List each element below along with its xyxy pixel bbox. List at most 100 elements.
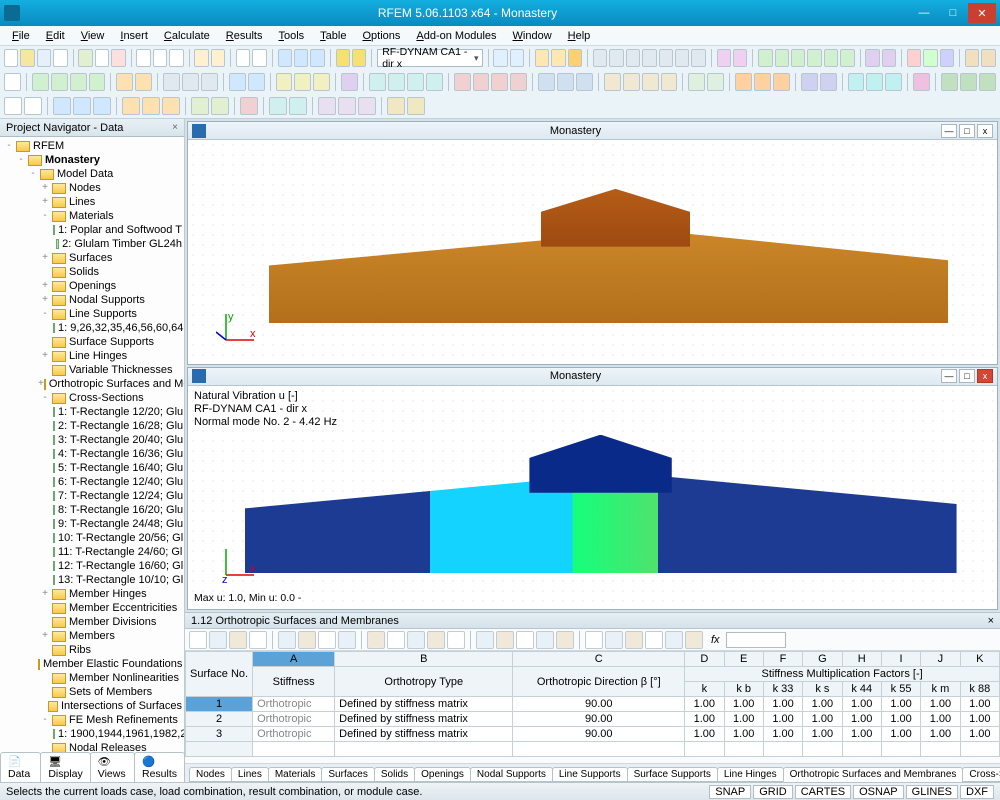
- sheet-tab[interactable]: Openings: [414, 767, 471, 782]
- toolbar-button[interactable]: [820, 73, 837, 91]
- toolbar-button[interactable]: [37, 49, 51, 67]
- toolbar-button[interactable]: [248, 73, 265, 91]
- nav-tab-data[interactable]: 📄 Data: [0, 752, 41, 782]
- tree-item[interactable]: 1: T-Rectangle 12/20; Glu: [2, 405, 182, 419]
- toolbar-button[interactable]: [89, 73, 106, 91]
- toolbar-button[interactable]: [773, 73, 790, 91]
- toolbar-button[interactable]: [407, 73, 424, 91]
- toolbar-button[interactable]: [95, 49, 109, 67]
- sheet-tab[interactable]: Materials: [268, 767, 323, 782]
- toolbar-button[interactable]: [865, 49, 879, 67]
- toolbar-button[interactable]: [93, 97, 111, 115]
- sheet-tab[interactable]: Cross-Sections: [962, 767, 1000, 782]
- tree-item[interactable]: 8: T-Rectangle 16/20; Glu: [2, 503, 182, 517]
- toolbar-button[interactable]: [341, 73, 358, 91]
- status-toggle-cartes[interactable]: CARTES: [795, 785, 851, 799]
- toolbar-button[interactable]: [338, 97, 356, 115]
- toolbar-button[interactable]: [791, 49, 805, 67]
- toolbar-button[interactable]: [840, 49, 854, 67]
- pane-max-button[interactable]: □: [959, 124, 975, 138]
- toolbar-button[interactable]: [941, 73, 958, 91]
- table-tool-button[interactable]: [447, 631, 465, 649]
- toolbar-button[interactable]: [4, 49, 18, 67]
- tree-item[interactable]: +Members: [2, 629, 182, 643]
- tree-item[interactable]: Member Divisions: [2, 615, 182, 629]
- menu-table[interactable]: Table: [312, 28, 354, 44]
- menu-help[interactable]: Help: [560, 28, 599, 44]
- tree-item[interactable]: Sets of Members: [2, 685, 182, 699]
- toolbar-button[interactable]: [659, 49, 673, 67]
- toolbar-button[interactable]: [754, 73, 771, 91]
- toolbar-button[interactable]: [276, 73, 293, 91]
- toolbar-button[interactable]: [407, 97, 425, 115]
- viewport-3d-results[interactable]: Natural Vibration u [-] RF-DYNAM CA1 - d…: [188, 386, 997, 610]
- table-tool-button[interactable]: [556, 631, 574, 649]
- toolbar-button[interactable]: [4, 97, 22, 115]
- toolbar-button[interactable]: [454, 73, 471, 91]
- menu-file[interactable]: File: [4, 28, 38, 44]
- toolbar-button[interactable]: [557, 73, 574, 91]
- viewport-3d-model[interactable]: xy: [188, 140, 997, 364]
- toolbar-button[interactable]: [626, 49, 640, 67]
- menu-tools[interactable]: Tools: [270, 28, 312, 44]
- menu-results[interactable]: Results: [218, 28, 271, 44]
- toolbar-button[interactable]: [236, 49, 250, 67]
- toolbar-button[interactable]: [642, 73, 659, 91]
- sheet-tab[interactable]: Nodes: [189, 767, 232, 782]
- table-tool-button[interactable]: [427, 631, 445, 649]
- tree-item[interactable]: Ribs: [2, 643, 182, 657]
- table-tool-button[interactable]: [387, 631, 405, 649]
- tree-item[interactable]: 5: T-Rectangle 16/40; Glu: [2, 461, 182, 475]
- table-tool-button[interactable]: [496, 631, 514, 649]
- status-toggle-glines[interactable]: GLINES: [906, 785, 958, 799]
- tree-item[interactable]: -FE Mesh Refinements: [2, 713, 182, 727]
- toolbar-button[interactable]: [70, 73, 87, 91]
- toolbar-button[interactable]: [32, 73, 49, 91]
- toolbar-button[interactable]: [4, 73, 21, 91]
- sheet-tab[interactable]: Line Hinges: [717, 767, 784, 782]
- toolbar-button[interactable]: [336, 49, 350, 67]
- table-tool-button[interactable]: [407, 631, 425, 649]
- toolbar-button[interactable]: [593, 49, 607, 67]
- toolbar-button[interactable]: [824, 49, 838, 67]
- sheet-tab[interactable]: Nodal Supports: [470, 767, 553, 782]
- tree-item[interactable]: 1: 9,26,32,35,46,56,60,64,7: [2, 321, 182, 335]
- tree-item[interactable]: -Model Data: [2, 167, 182, 181]
- table-tool-button[interactable]: [229, 631, 247, 649]
- tree-item[interactable]: 2: T-Rectangle 16/28; Glu: [2, 419, 182, 433]
- pane-min-button[interactable]: —: [941, 369, 957, 383]
- tree-item[interactable]: 2: Glulam Timber GL24h: [2, 237, 182, 251]
- toolbar-button[interactable]: [211, 97, 229, 115]
- toolbar-button[interactable]: [807, 49, 821, 67]
- toolbar-button[interactable]: [191, 97, 209, 115]
- table-tool-button[interactable]: [249, 631, 267, 649]
- toolbar-button[interactable]: [913, 73, 930, 91]
- tree-item[interactable]: -Line Supports: [2, 307, 182, 321]
- tree-item[interactable]: 3: T-Rectangle 20/40; Glu: [2, 433, 182, 447]
- toolbar-button[interactable]: [122, 97, 140, 115]
- sheet-tab[interactable]: Surfaces: [321, 767, 374, 782]
- pane-close-button[interactable]: x: [977, 369, 993, 383]
- tree-item[interactable]: Intersections of Surfaces: [2, 699, 182, 713]
- toolbar-button[interactable]: [979, 73, 996, 91]
- toolbar-button[interactable]: [162, 97, 180, 115]
- menu-add-on-modules[interactable]: Add-on Modules: [408, 28, 504, 44]
- table-tool-button[interactable]: [516, 631, 534, 649]
- toolbar-button[interactable]: [604, 73, 621, 91]
- toolbar-button[interactable]: [981, 49, 995, 67]
- status-toggle-snap[interactable]: SNAP: [709, 785, 751, 799]
- tree-item[interactable]: 9: T-Rectangle 24/48; Glu: [2, 517, 182, 531]
- table-tool-button[interactable]: [189, 631, 207, 649]
- data-grid[interactable]: Surface No.ABCDEFGHIJKStiffnessOrthotrop…: [185, 651, 1000, 763]
- table-tool-button[interactable]: [605, 631, 623, 649]
- toolbar-button[interactable]: [53, 97, 71, 115]
- table-tool-button[interactable]: [318, 631, 336, 649]
- tree-item[interactable]: Member Eccentricities: [2, 601, 182, 615]
- toolbar-button[interactable]: [163, 73, 180, 91]
- table-tool-button[interactable]: [665, 631, 683, 649]
- toolbar-button[interactable]: [116, 73, 133, 91]
- loadcase-combo[interactable]: RF-DYNAM CA1 - dir x: [377, 49, 482, 67]
- tree-item[interactable]: 7: T-Rectangle 12/24; Glu: [2, 489, 182, 503]
- toolbar-button[interactable]: [153, 49, 167, 67]
- tree-item[interactable]: -Monastery: [2, 153, 182, 167]
